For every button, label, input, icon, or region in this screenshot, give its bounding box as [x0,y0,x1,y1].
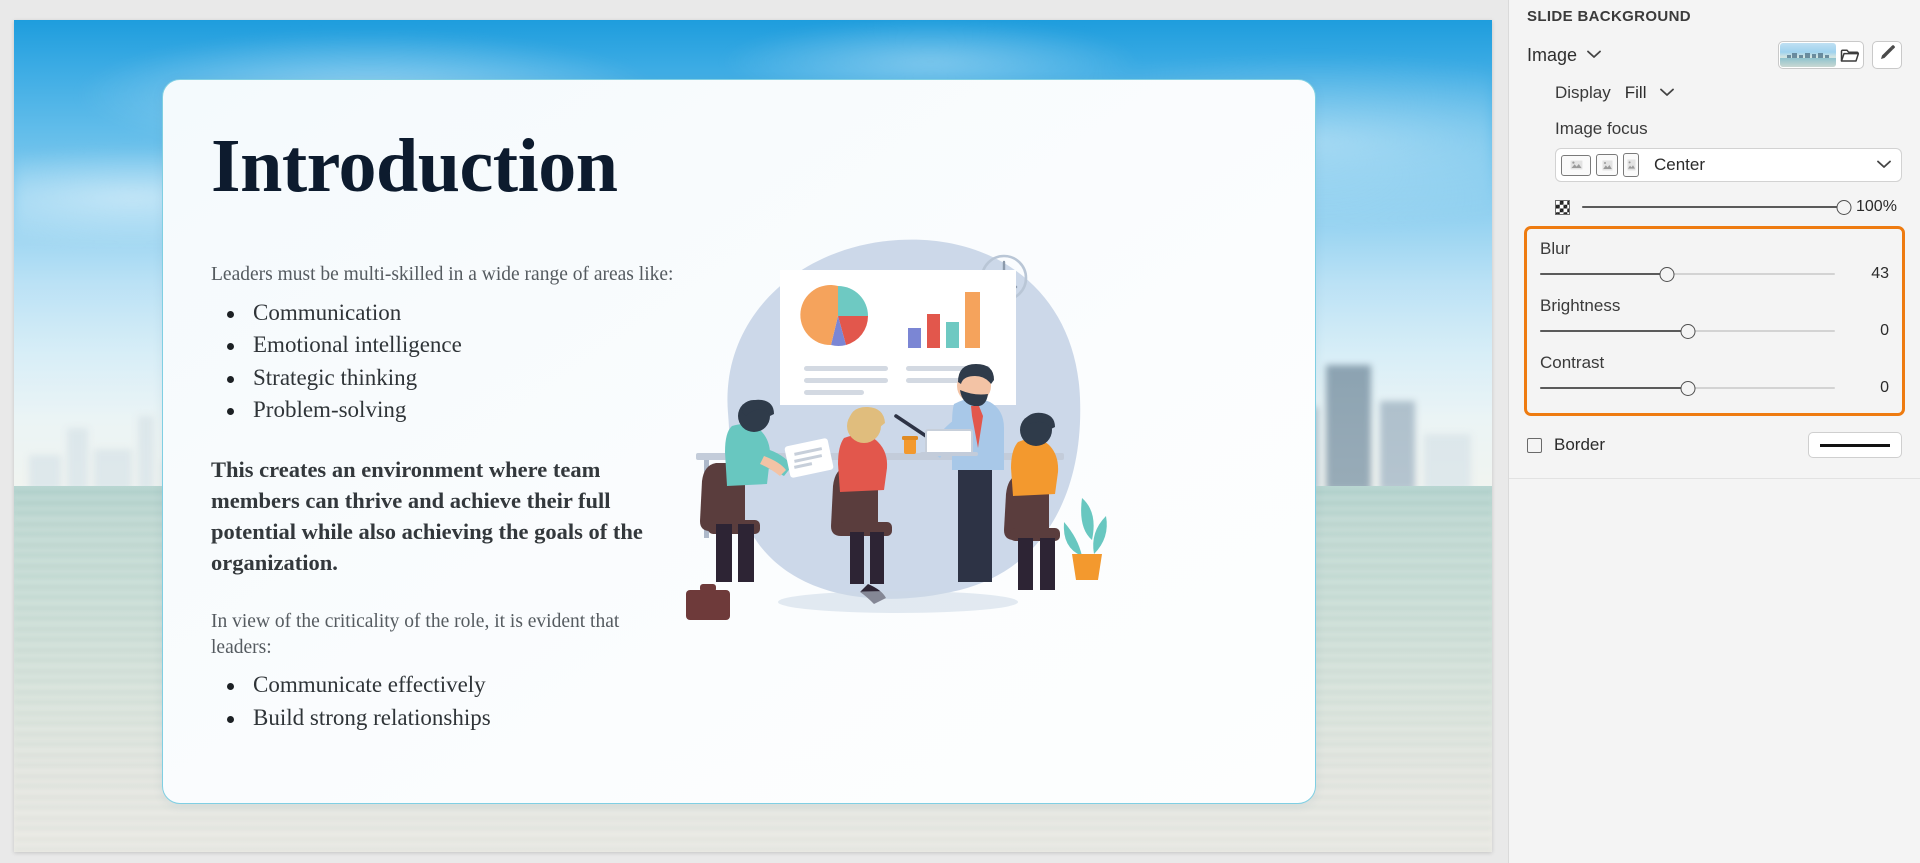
image-focus-label: Image focus [1555,119,1648,138]
page-title: Introduction [211,124,618,208]
list-item: Problem-solving [225,395,681,425]
contrast-label: Contrast [1540,353,1605,372]
opacity-slider[interactable] [1582,198,1852,216]
bullet-list-two: Communicate effectively Build strong rel… [211,670,681,733]
list-item: Communicate effectively [225,670,681,700]
list-item: Build strong relationships [225,703,681,733]
slider-fill [1540,330,1688,332]
opacity-row: 100% [1555,198,1902,216]
chevron-down-icon[interactable] [1660,84,1675,102]
blur-row: 43 [1540,261,1889,287]
bullet-list-one: Communication Emotional intelligence Str… [211,298,681,425]
panel-divider [1509,478,1920,479]
slide-content-card[interactable]: Introduction Leaders must be multi-skill… [162,79,1316,804]
brightness-slider[interactable] [1540,322,1835,340]
image-focus-value: Center [1654,155,1706,174]
blur-value: 43 [1871,265,1889,282]
slide[interactable]: Introduction Leaders must be multi-skill… [14,20,1492,852]
middle-paragraph: This creates an environment where team m… [211,457,643,575]
slide-canvas-area[interactable]: Introduction Leaders must be multi-skill… [0,0,1508,863]
slider-knob[interactable] [1680,380,1695,396]
second-paragraph: In view of the criticality of the role, … [211,610,620,658]
choose-image-button[interactable] [1778,41,1864,69]
list-item: Strategic thinking [225,363,681,393]
fill-type-label: Image [1527,44,1578,65]
slider-knob[interactable] [1659,266,1675,282]
border-stroke-button[interactable] [1808,432,1902,458]
pencil-icon [1879,44,1896,66]
image-landscape-icon[interactable] [1561,154,1591,176]
slide-background-panel: SLIDE BACKGROUND Image Display Fill Imag… [1508,0,1920,863]
blur-slider[interactable] [1540,265,1835,283]
contrast-slider[interactable] [1540,379,1835,397]
display-label: Display [1555,83,1611,102]
image-square-icon[interactable] [1596,154,1618,176]
fill-type-dropdown[interactable]: Image [1527,45,1601,66]
plant-icon [1063,498,1107,580]
slider-knob[interactable] [1836,199,1852,215]
image-adjustments-group: Blur 43 Brightness 0 Contrast 0 [1524,226,1905,416]
border-label: Border [1554,435,1606,454]
chevron-down-icon[interactable] [1587,46,1601,64]
display-row: Display Fill [1555,83,1902,103]
list-item: Emotional intelligence [225,330,681,360]
image-focus-dropdown[interactable]: Center [1644,155,1891,175]
brightness-row: 0 [1540,318,1889,344]
image-focus-control[interactable]: Center [1555,148,1902,182]
line-stroke-icon [1820,443,1890,447]
slider-knob[interactable] [1680,323,1695,339]
brightness-label: Brightness [1540,296,1621,315]
brightness-value: 0 [1880,322,1889,339]
fill-type-row: Image [1509,25,1920,69]
pie-chart [800,285,869,346]
opacity-value: 100% [1856,198,1897,215]
image-portrait-icon[interactable] [1623,153,1639,177]
image-thumbnail [1780,43,1836,67]
blur-label: Blur [1540,239,1571,258]
panel-title: SLIDE BACKGROUND [1527,8,1691,25]
slide-body[interactable]: Leaders must be multi-skilled in a wide … [211,262,681,735]
border-checkbox[interactable] [1527,437,1542,453]
slider-fill [1540,387,1688,389]
edit-image-button[interactable] [1872,41,1902,69]
slider-fill [1540,273,1667,275]
editor-window: Introduction Leaders must be multi-skill… [0,0,1920,863]
checkerboard-icon [1555,199,1570,215]
business-presentation-illustration[interactable] [668,198,1118,628]
contrast-value: 0 [1880,379,1889,396]
contrast-row: 0 [1540,375,1889,401]
chevron-down-icon[interactable] [1877,156,1891,174]
list-item: Communication [225,298,681,328]
folder-icon [1836,48,1862,63]
slider-fill [1582,206,1844,208]
intro-paragraph: Leaders must be multi-skilled in a wide … [211,264,674,285]
display-value[interactable]: Fill [1625,83,1647,103]
border-row: Border [1527,432,1902,458]
